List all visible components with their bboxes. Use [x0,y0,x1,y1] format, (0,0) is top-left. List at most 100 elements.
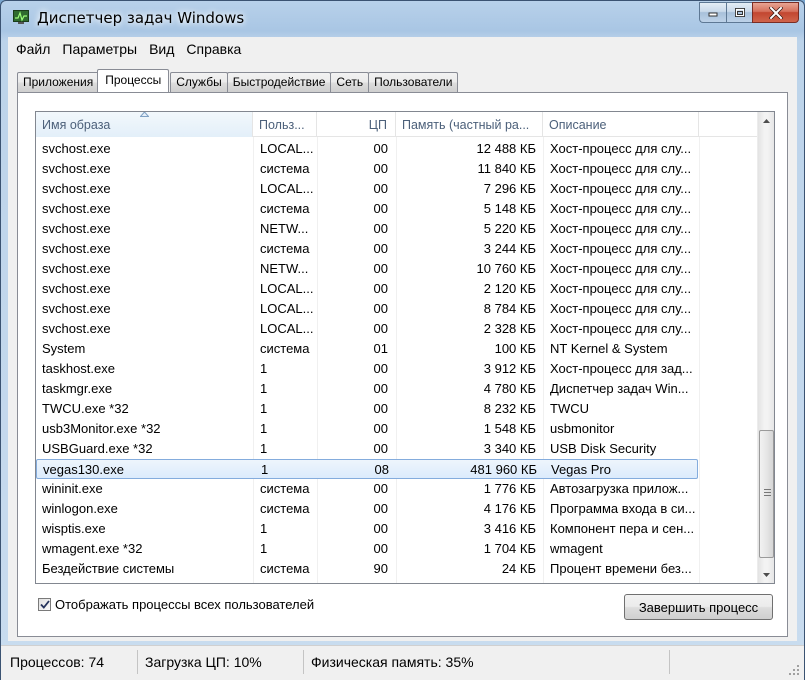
process-list[interactable]: Имя образа Польз... ЦП Память (частный р… [35,111,775,584]
column-header-memory[interactable]: Память (частный ра... [396,112,543,137]
table-row[interactable]: wininit.exe система 00 1 776 КБ Автозагрузка… [36,479,758,499]
cell-name: svchost.exe [42,241,111,256]
cell-name: taskhost.exe [42,361,115,376]
table-row[interactable]: TWCU.exe *32 1 00 8 232 КБ TWCU [36,399,758,419]
cell-name: svchost.exe [42,181,111,196]
tab-item[interactable]: Службы [170,72,228,92]
cell-mem: 3 912 КБ [483,361,536,376]
cell-name: TWCU.exe *32 [42,401,129,416]
cell-desc: Хост-процесс для слу... [550,201,692,216]
cell-desc: Процент времени без... [550,561,692,576]
tab-item[interactable]: Пользователи [368,72,459,92]
table-row[interactable]: svchost.exe NETW... 00 5 220 КБ Хост-процесс… [36,219,758,239]
cell-user: 1 [260,381,268,396]
table-row[interactable]: Бездействие системы система 90 24 КБ Процент… [36,559,758,579]
task-manager-window: Диспетчер задач Windows Файл Параметры В… [0,0,805,680]
maximize-icon [734,8,745,17]
show-all-users-label[interactable]: Отображать процессы всех пользователей [55,597,314,612]
cell-mem: 1 548 КБ [483,421,536,436]
cell-desc: Хост-процесс для слу... [550,281,692,296]
cell-mem: 8 784 КБ [483,301,536,316]
menu-item[interactable]: Вид [143,37,180,61]
tab-item[interactable]: Быстродействие [226,72,332,92]
cell-mem: 3 244 КБ [483,241,536,256]
close-button[interactable] [752,2,799,23]
column-header-label: Имя образа [42,118,111,132]
cell-user: система [260,201,310,216]
cell-cpu: 90 [373,561,388,576]
table-row[interactable]: taskmgr.exe 1 00 4 780 КБ Диспетчер задач Wi… [36,379,758,399]
status-bar: Процессов: 74 Загрузка ЦП: 10% Физическа… [1,645,804,680]
end-process-button[interactable]: Завершить процесс [624,594,773,620]
title-bar[interactable]: Диспетчер задач Windows [1,1,804,35]
tab-processes-active[interactable]: Процессы [97,69,170,92]
cell-name: svchost.exe [42,221,111,236]
column-header-cpu[interactable]: ЦП [317,112,396,137]
table-row[interactable]: wisptis.exe 1 00 3 416 КБ Компонент пера и с… [36,519,758,539]
resize-grip-icon[interactable] [788,664,800,676]
cell-mem: 481 960 КБ [470,462,537,477]
table-row[interactable]: svchost.exe NETW... 00 10 760 КБ Хост-процес… [36,259,758,279]
menu-item[interactable]: Файл [10,37,56,61]
cell-cpu: 00 [373,521,388,536]
cell-user: LOCAL... [260,281,314,296]
scroll-up-button[interactable] [758,112,774,129]
table-row[interactable]: USBGuard.exe *32 1 00 3 340 КБ USB Disk Secu… [36,439,758,459]
column-header-label: ЦП [368,118,387,132]
cell-cpu: 00 [373,221,388,236]
table-row[interactable]: System система 01 100 КБ NT Kernel & System [36,339,758,359]
cell-user: система [260,241,310,256]
table-row[interactable]: svchost.exe LOCAL... 00 12 488 КБ Хост-проце… [36,139,758,159]
cell-desc: Хост-процесс для слу... [550,321,692,336]
cell-name: wmagent.exe *32 [42,541,143,556]
column-header-description[interactable]: Описание [543,112,699,137]
menu-item[interactable]: Параметры [56,37,143,61]
cell-mem: 4 780 КБ [483,381,536,396]
menu-item[interactable]: Справка [180,37,247,61]
cell-cpu: 00 [373,201,388,216]
minimize-icon [708,12,718,16]
tab-item[interactable]: Приложения [17,72,100,92]
cell-user: система [260,481,310,496]
cell-desc: NT Kernel & System [550,341,668,356]
table-row[interactable]: usb3Monitor.exe *32 1 00 1 548 КБ usbmonitor [36,419,758,439]
cell-user: NETW... [260,221,309,236]
table-row[interactable]: svchost.exe LOCAL... 00 8 784 КБ Хост-процес… [36,299,758,319]
table-row[interactable]: winlogon.exe система 00 4 176 КБ Программа в… [36,499,758,519]
table-row[interactable]: svchost.exe LOCAL... 00 2 328 КБ Хост-процес… [36,319,758,339]
cell-mem: 3 340 КБ [483,441,536,456]
cell-user: LOCAL... [260,181,314,196]
table-row[interactable]: svchost.exe система 00 5 148 КБ Хост-процесс… [36,199,758,219]
cell-name: vegas130.exe [43,462,124,477]
cell-user: 1 [260,361,268,376]
column-header-image-name[interactable]: Имя образа [36,112,253,137]
scroll-down-button[interactable] [758,566,774,583]
maximize-button[interactable] [726,2,752,23]
table-row-selected[interactable]: vegas130.exe 1 08 481 960 КБ Vegas Pro [36,459,698,479]
table-row[interactable]: svchost.exe система 00 3 244 КБ Хост-процесс… [36,239,758,259]
cell-desc: Хост-процесс для слу... [550,261,692,276]
table-row[interactable]: svchost.exe LOCAL... 00 2 120 КБ Хост-процес… [36,279,758,299]
show-all-users-checkbox[interactable] [38,597,51,611]
scroll-thumb[interactable] [759,430,774,558]
vertical-scrollbar[interactable] [757,112,774,583]
cell-user: система [260,561,310,576]
cell-user: 1 [260,401,268,416]
table-row[interactable]: wmagent.exe *32 1 00 1 704 КБ wmagent [36,539,758,559]
thumb-grip-line [764,495,771,496]
cell-user: система [260,341,310,356]
cell-name: winlogon.exe [42,501,118,516]
minimize-button[interactable] [699,2,726,23]
cell-cpu: 00 [373,281,388,296]
column-header-user[interactable]: Польз... [253,112,317,137]
table-row[interactable]: svchost.exe система 00 11 840 КБ Хост-процес… [36,159,758,179]
table-row[interactable]: svchost.exe LOCAL... 00 7 296 КБ Хост-процес… [36,179,758,199]
tab-item[interactable]: Сеть [330,72,370,92]
cell-user: NETW... [260,261,309,276]
cell-cpu: 00 [373,261,388,276]
table-row[interactable]: taskhost.exe 1 00 3 912 КБ Хост-процесс для … [36,359,758,379]
show-all-users-option[interactable]: Отображать процессы всех пользователей [38,596,314,612]
cell-mem: 2 328 КБ [483,321,536,336]
cell-name: svchost.exe [42,301,111,316]
checkmark-icon [39,599,50,609]
